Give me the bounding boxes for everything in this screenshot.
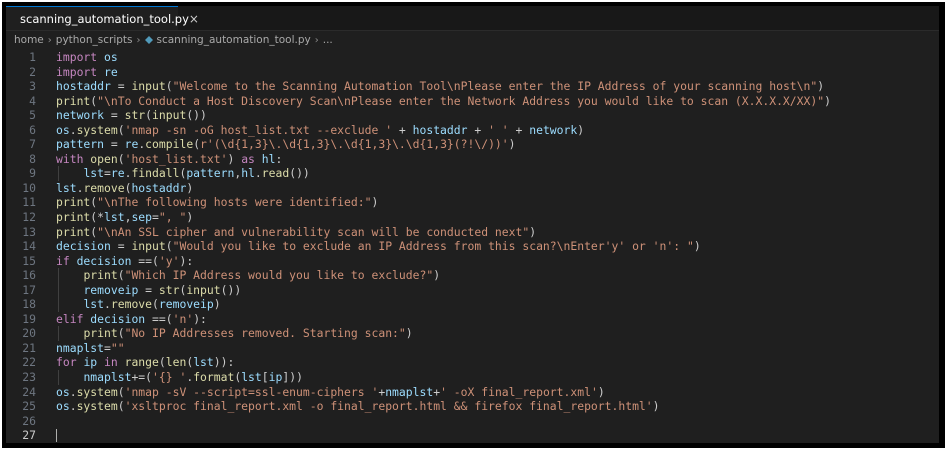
line-number: 9 [29, 166, 36, 181]
code-text: print("No IP Addresses removed. Starting… [83, 326, 413, 341]
screenshot-frame: scanning_automation_tool.py × home › pyt… [2, 2, 945, 448]
line-number: 17 [22, 282, 36, 297]
line-number: 19 [22, 311, 36, 326]
line-number: 5 [29, 108, 36, 123]
code-text: nmaplst+=('{} '.format(lst[ip])) [83, 370, 303, 385]
line-number: 27 [22, 428, 36, 443]
line-number: 25 [22, 399, 36, 414]
breadcrumb-home[interactable]: home [14, 34, 44, 46]
line-number: 26 [22, 413, 36, 428]
code-editor: scanning_automation_tool.py × home › pyt… [6, 6, 939, 443]
line-number: 23 [22, 370, 36, 385]
tab-bar: scanning_automation_tool.py × [6, 6, 939, 31]
code-text: import os [56, 50, 118, 64]
line-number: 10 [22, 180, 36, 195]
line-number: 16 [22, 268, 36, 283]
code-text: removeip = str(input()) [83, 282, 242, 297]
code-line[interactable]: 8 with open('host_list.txt') as hl: [6, 152, 939, 167]
code-line[interactable]: 4 print("\nTo Conduct a Host Discovery Sc… [6, 94, 939, 109]
code-text: print("Which IP Address would you like t… [83, 268, 441, 283]
line-number: 4 [29, 93, 36, 108]
code-text: for ip in range(len(lst)): [56, 355, 235, 370]
python-file-icon [144, 36, 153, 44]
breadcrumb-file[interactable]: scanning_automation_tool.py [157, 34, 311, 46]
line-number: 6 [29, 122, 36, 137]
code-line[interactable]: 23 nmaplst+=('{} '.format(lst[ip])) [6, 370, 939, 385]
code-text [56, 428, 57, 443]
code-line[interactable]: 25 os.system('xsltproc final_report.xml -… [6, 399, 939, 414]
line-number: 7 [29, 137, 36, 152]
code-text: print("\nTo Conduct a Host Discovery Sca… [56, 93, 831, 108]
breadcrumb-more[interactable]: ... [323, 34, 333, 46]
code-line[interactable]: 15 if decision ==('y'): [6, 254, 939, 269]
code-text: import re [56, 64, 118, 79]
code-text: print("\nAn SSL cipher and vulnerability… [56, 224, 537, 239]
code-text: hostaddr = input("Welcome to the Scannin… [56, 79, 825, 94]
line-number: 18 [22, 297, 36, 312]
code-line[interactable]: 7 pattern = re.compile(r'(\d{1,3}\.\d{1,3… [6, 137, 939, 152]
line-number: 12 [22, 210, 36, 225]
tab-label: scanning_automation_tool.py [20, 11, 189, 26]
breadcrumb: home › python_scripts › scanning_automat… [6, 31, 939, 49]
code-text: with open('host_list.txt') as hl: [56, 151, 283, 166]
code-text: network = str(input()) [56, 108, 207, 123]
code-line[interactable]: 10 lst.remove(hostaddr) [6, 181, 939, 196]
code-text: os.system('nmap -sn -oG host_list.txt --… [56, 122, 585, 137]
code-line[interactable]: 12 print(*lst,sep=", ") [6, 210, 939, 225]
chevron-right-icon: › [314, 34, 319, 46]
line-number: 13 [22, 224, 36, 239]
code-line[interactable]: 1 import os [6, 50, 939, 65]
line-number: 15 [22, 253, 36, 268]
code-line[interactable]: 6 os.system('nmap -sn -oG host_list.txt -… [6, 123, 939, 138]
close-icon[interactable]: × [189, 12, 199, 26]
code-line[interactable]: 9 lst=re.findall(pattern,hl.read()) [6, 166, 939, 181]
text-cursor [56, 429, 57, 443]
code-line[interactable]: 22 for ip in range(len(lst)): [6, 355, 939, 370]
code-line[interactable]: 20 print("No IP Addresses removed. Start… [6, 326, 939, 341]
line-number: 1 [29, 50, 36, 64]
code-text: print("\nThe following hosts were identi… [56, 195, 379, 210]
code-text: lst.remove(removeip) [83, 297, 221, 312]
code-line[interactable]: 2 import re [6, 65, 939, 80]
code-line[interactable]: 21 nmaplst="" [6, 341, 939, 356]
code-text: decision = input("Would you like to excl… [56, 239, 701, 254]
code-area[interactable]: 1 import os 2 import re 3 hostaddr = input("W… [6, 50, 939, 443]
code-line[interactable]: 3 hostaddr = input("Welcome to the Scanni… [6, 79, 939, 94]
code-line[interactable]: 16 print("Which IP Address would you lik… [6, 268, 939, 283]
code-line[interactable]: 13 print("\nAn SSL cipher and vulnerabili… [6, 225, 939, 240]
line-number: 21 [22, 340, 36, 355]
code-text: os.system('nmap -sV --script=ssl-enum-ci… [56, 384, 605, 399]
line-number: 11 [22, 195, 36, 210]
code-line[interactable]: 19 elif decision ==('n'): [6, 312, 939, 327]
code-text: print(*lst,sep=", ") [56, 210, 194, 225]
line-number: 8 [29, 151, 36, 166]
code-text: os.system('xsltproc final_report.xml -o … [56, 399, 660, 414]
line-number: 24 [22, 384, 36, 399]
code-text: nmaplst="" [56, 340, 125, 355]
code-text: lst=re.findall(pattern,hl.read()) [83, 166, 310, 181]
code-line[interactable]: 26 [6, 414, 939, 429]
tab-scanning-automation-tool[interactable]: scanning_automation_tool.py × [6, 6, 199, 30]
line-number: 3 [29, 79, 36, 94]
code-text: lst.remove(hostaddr) [56, 180, 194, 195]
code-line[interactable]: 27 [6, 428, 939, 443]
breadcrumb-python-scripts[interactable]: python_scripts [56, 34, 133, 46]
code-line[interactable]: 24 os.system('nmap -sV --script=ssl-enum-… [6, 385, 939, 400]
chevron-right-icon: › [136, 34, 141, 46]
code-text: elif decision ==('n'): [56, 311, 207, 326]
chevron-right-icon: › [47, 34, 52, 46]
code-line[interactable]: 5 network = str(input()) [6, 108, 939, 123]
line-number: 20 [22, 326, 36, 341]
line-number: 22 [22, 355, 36, 370]
code-text: if decision ==('y'): [56, 253, 194, 268]
line-number: 2 [29, 64, 36, 79]
line-number: 14 [22, 239, 36, 254]
code-line[interactable]: 17 removeip = str(input()) [6, 282, 939, 298]
code-line[interactable]: 18 lst.remove(removeip) [6, 297, 939, 312]
code-line[interactable]: 14 decision = input("Would you like to ex… [6, 239, 939, 254]
code-line[interactable]: 11 print("\nThe following hosts were iden… [6, 195, 939, 210]
code-text: pattern = re.compile(r'(\d{1,3}\.\d{1,3}… [56, 137, 516, 152]
